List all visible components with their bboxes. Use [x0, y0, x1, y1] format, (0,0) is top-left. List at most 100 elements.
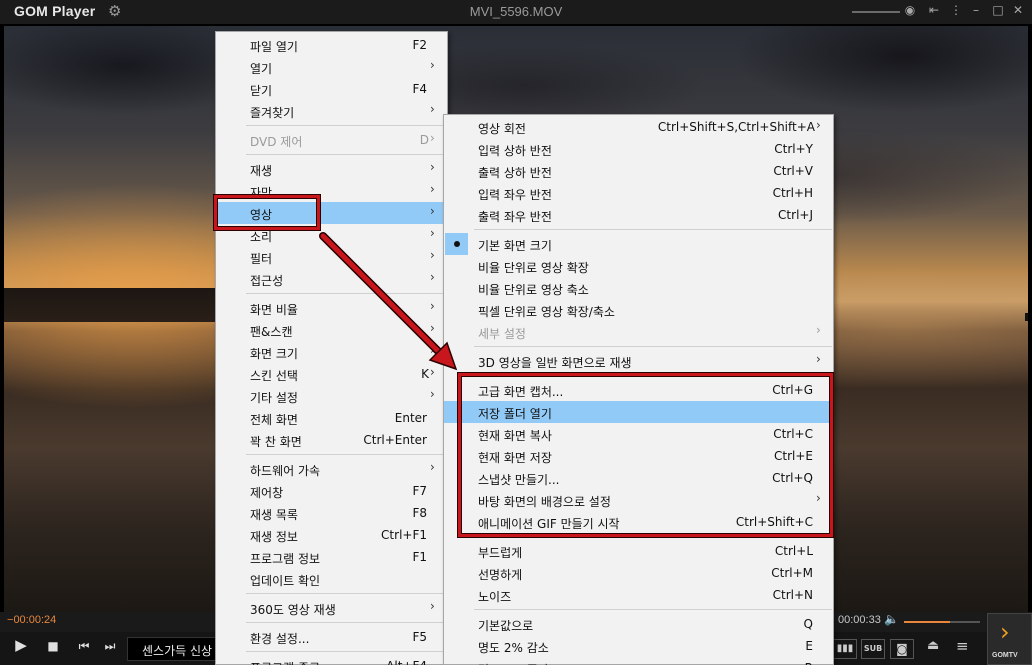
menu-item-label: 출력 좌우 반전 — [478, 210, 552, 224]
main-menu-item-21[interactable]: 재생 정보 Ctrl+F1 — [216, 524, 447, 546]
main-menu-item-10[interactable]: 접근성 › — [216, 268, 447, 290]
main-menu-item-2[interactable]: 닫기 F4 — [216, 78, 447, 100]
menu-item-label: 필터 — [250, 252, 273, 266]
play-icon[interactable]: ▶ — [10, 636, 32, 654]
menu-item-label: 업데이트 확인 — [250, 574, 321, 588]
main-menu-item-22[interactable]: 프로그램 정보 F1 — [216, 546, 447, 568]
menu-separator — [246, 125, 446, 126]
submenu-chevron-icon: › — [430, 270, 435, 284]
submenu-chevron-icon: › — [816, 118, 821, 132]
video-menu-item-21[interactable]: 기본값으로 Q — [444, 613, 833, 635]
equalizer-icon[interactable]: ▮▮▮ — [833, 639, 857, 659]
menu-item-shortcut: F7 — [412, 484, 427, 498]
menu-item-label: 재생 — [250, 164, 273, 178]
menu-item-label: 비율 단위로 영상 축소 — [478, 283, 589, 297]
subtitle-button[interactable]: SUB — [861, 639, 885, 659]
main-menu-item-11[interactable]: 화면 비율 › — [216, 297, 447, 319]
submenu-chevron-icon: › — [430, 299, 435, 313]
video-menu-item-18[interactable]: 부드럽게 Ctrl+L — [444, 540, 833, 562]
menu-separator — [474, 229, 832, 230]
submenu-chevron-icon: › — [430, 343, 435, 357]
video-menu-item-1[interactable]: 입력 상하 반전 Ctrl+Y — [444, 138, 833, 160]
annotation-box-capture-group — [458, 373, 833, 537]
options-icon[interactable]: ⋮ — [948, 3, 964, 17]
main-menu-item-5[interactable]: 재생 › — [216, 158, 447, 180]
main-menu-item-19[interactable]: 제어창 F7 — [216, 480, 447, 502]
main-menu-item-12[interactable]: 팬&스캔 › — [216, 319, 447, 341]
minimize-icon[interactable]: – — [968, 3, 984, 17]
video-menu-item-20[interactable]: 노이즈 Ctrl+N — [444, 584, 833, 606]
video-menu-item-8[interactable]: 픽셀 단위로 영상 확장/축소 — [444, 299, 833, 321]
video-menu-item-5[interactable]: 기본 화면 크기 — [444, 233, 833, 255]
video-menu-item-4[interactable]: 출력 좌우 반전 Ctrl+J — [444, 204, 833, 226]
main-menu-item-26[interactable]: 프로그램 종료 Alt+F4 — [216, 655, 447, 665]
main-menu-item-13[interactable]: 화면 크기 › — [216, 341, 447, 363]
submenu-chevron-icon: › — [430, 160, 435, 174]
speaker-icon[interactable]: 🔈 — [884, 612, 899, 626]
main-menu-item-20[interactable]: 재생 목록 F8 — [216, 502, 447, 524]
menu-item-shortcut: F4 — [412, 82, 427, 96]
menu-item-label: 전체 화면 — [250, 413, 298, 427]
menu-separator — [246, 651, 446, 652]
video-menu-item-22[interactable]: 명도 2% 감소 E — [444, 635, 833, 657]
video-menu-item-2[interactable]: 출력 상하 반전 Ctrl+V — [444, 160, 833, 182]
main-menu-item-1[interactable]: 열기 › — [216, 56, 447, 78]
menu-separator — [246, 622, 446, 623]
chevron-right-icon: › — [1000, 618, 1010, 646]
app-logo: GOM Player — [14, 3, 96, 19]
main-menu-item-23[interactable]: 업데이트 확인 — [216, 568, 447, 590]
title-volume-slider[interactable] — [852, 11, 900, 13]
menu-item-label: 360도 영상 재생 — [250, 603, 336, 617]
menu-item-shortcut: Ctrl+L — [774, 544, 813, 558]
menu-item-shortcut: Ctrl+M — [771, 566, 813, 580]
eject-icon[interactable]: ⏏ — [927, 638, 939, 653]
close-icon[interactable]: ✕ — [1010, 3, 1026, 17]
video-menu-item-0[interactable]: 영상 회전 Ctrl+Shift+S,Ctrl+Shift+A › — [444, 116, 833, 138]
menu-separator — [474, 609, 832, 610]
video-menu-item-3[interactable]: 입력 좌우 반전 Ctrl+H — [444, 182, 833, 204]
prev-icon[interactable]: ⏮ — [73, 639, 95, 654]
menu-separator — [246, 154, 446, 155]
main-menu-item-25[interactable]: 환경 설정... F5 — [216, 626, 447, 648]
main-menu-item-18[interactable]: 하드웨어 가속 › — [216, 458, 447, 480]
main-menu-item-24[interactable]: 360도 영상 재생 › — [216, 597, 447, 619]
gomtv-button[interactable]: › GOMTV — [987, 613, 1032, 665]
menu-item-label: 기타 설정 — [250, 391, 298, 405]
menu-item-label: 즐겨찾기 — [250, 106, 295, 120]
submenu-chevron-icon: › — [430, 387, 435, 401]
video-menu-item-19[interactable]: 선명하게 Ctrl+M — [444, 562, 833, 584]
stop-icon[interactable]: ■ — [42, 639, 64, 653]
main-menu-item-17[interactable]: 꽉 찬 화면 Ctrl+Enter — [216, 429, 447, 451]
maximize-icon[interactable]: □ — [990, 3, 1006, 17]
main-menu-item-15[interactable]: 기타 설정 › — [216, 385, 447, 407]
menu-item-shortcut: Ctrl+H — [772, 186, 813, 200]
gear-icon[interactable]: ⚙ — [108, 2, 121, 20]
main-menu-item-0[interactable]: 파일 열기 F2 — [216, 34, 447, 56]
video-menu-item-10[interactable]: 3D 영상을 일반 화면으로 재생 › — [444, 350, 833, 372]
main-menu-item-9[interactable]: 필터 › — [216, 246, 447, 268]
menu-item-label: 비율 단위로 영상 확장 — [478, 261, 589, 275]
subtitle-ticker[interactable]: 센스가득 신상 — [127, 637, 217, 661]
audio-icon[interactable]: ◉ — [902, 3, 918, 17]
next-icon[interactable]: ⏭ — [99, 639, 121, 654]
menu-item-label: 프로그램 종료 — [250, 659, 320, 665]
annotation-box-video-menu — [214, 195, 320, 230]
video-menu-item-7[interactable]: 비율 단위로 영상 축소 — [444, 277, 833, 299]
submenu-chevron-icon: › — [430, 248, 435, 262]
hamburger-menu-icon[interactable]: ≡ — [956, 637, 969, 655]
main-menu-item-16[interactable]: 전체 화면 Enter — [216, 407, 447, 429]
main-menu-item-14[interactable]: 스킨 선택 K › — [216, 363, 447, 385]
menu-item-shortcut: Ctrl+V — [773, 164, 813, 178]
menu-item-label: 픽셀 단위로 영상 확장/축소 — [478, 305, 615, 319]
video-menu-item-23[interactable]: 명도 2% 증가 R — [444, 657, 833, 665]
menu-item-shortcut: Alt+F4 — [386, 659, 427, 665]
menu-item-shortcut: Ctrl+Shift+S,Ctrl+Shift+A — [657, 120, 815, 134]
pin-icon[interactable]: ⇤ — [926, 3, 942, 17]
camera-icon[interactable]: ◙ — [890, 639, 914, 659]
main-menu-item-3[interactable]: 즐겨찾기 › — [216, 100, 447, 122]
video-menu-item-6[interactable]: 비율 단위로 영상 확장 — [444, 255, 833, 277]
menu-item-shortcut: K — [421, 367, 429, 381]
submenu-chevron-icon: › — [430, 102, 435, 116]
menu-item-label: 제어창 — [250, 486, 284, 500]
submenu-chevron-icon: › — [430, 226, 435, 240]
